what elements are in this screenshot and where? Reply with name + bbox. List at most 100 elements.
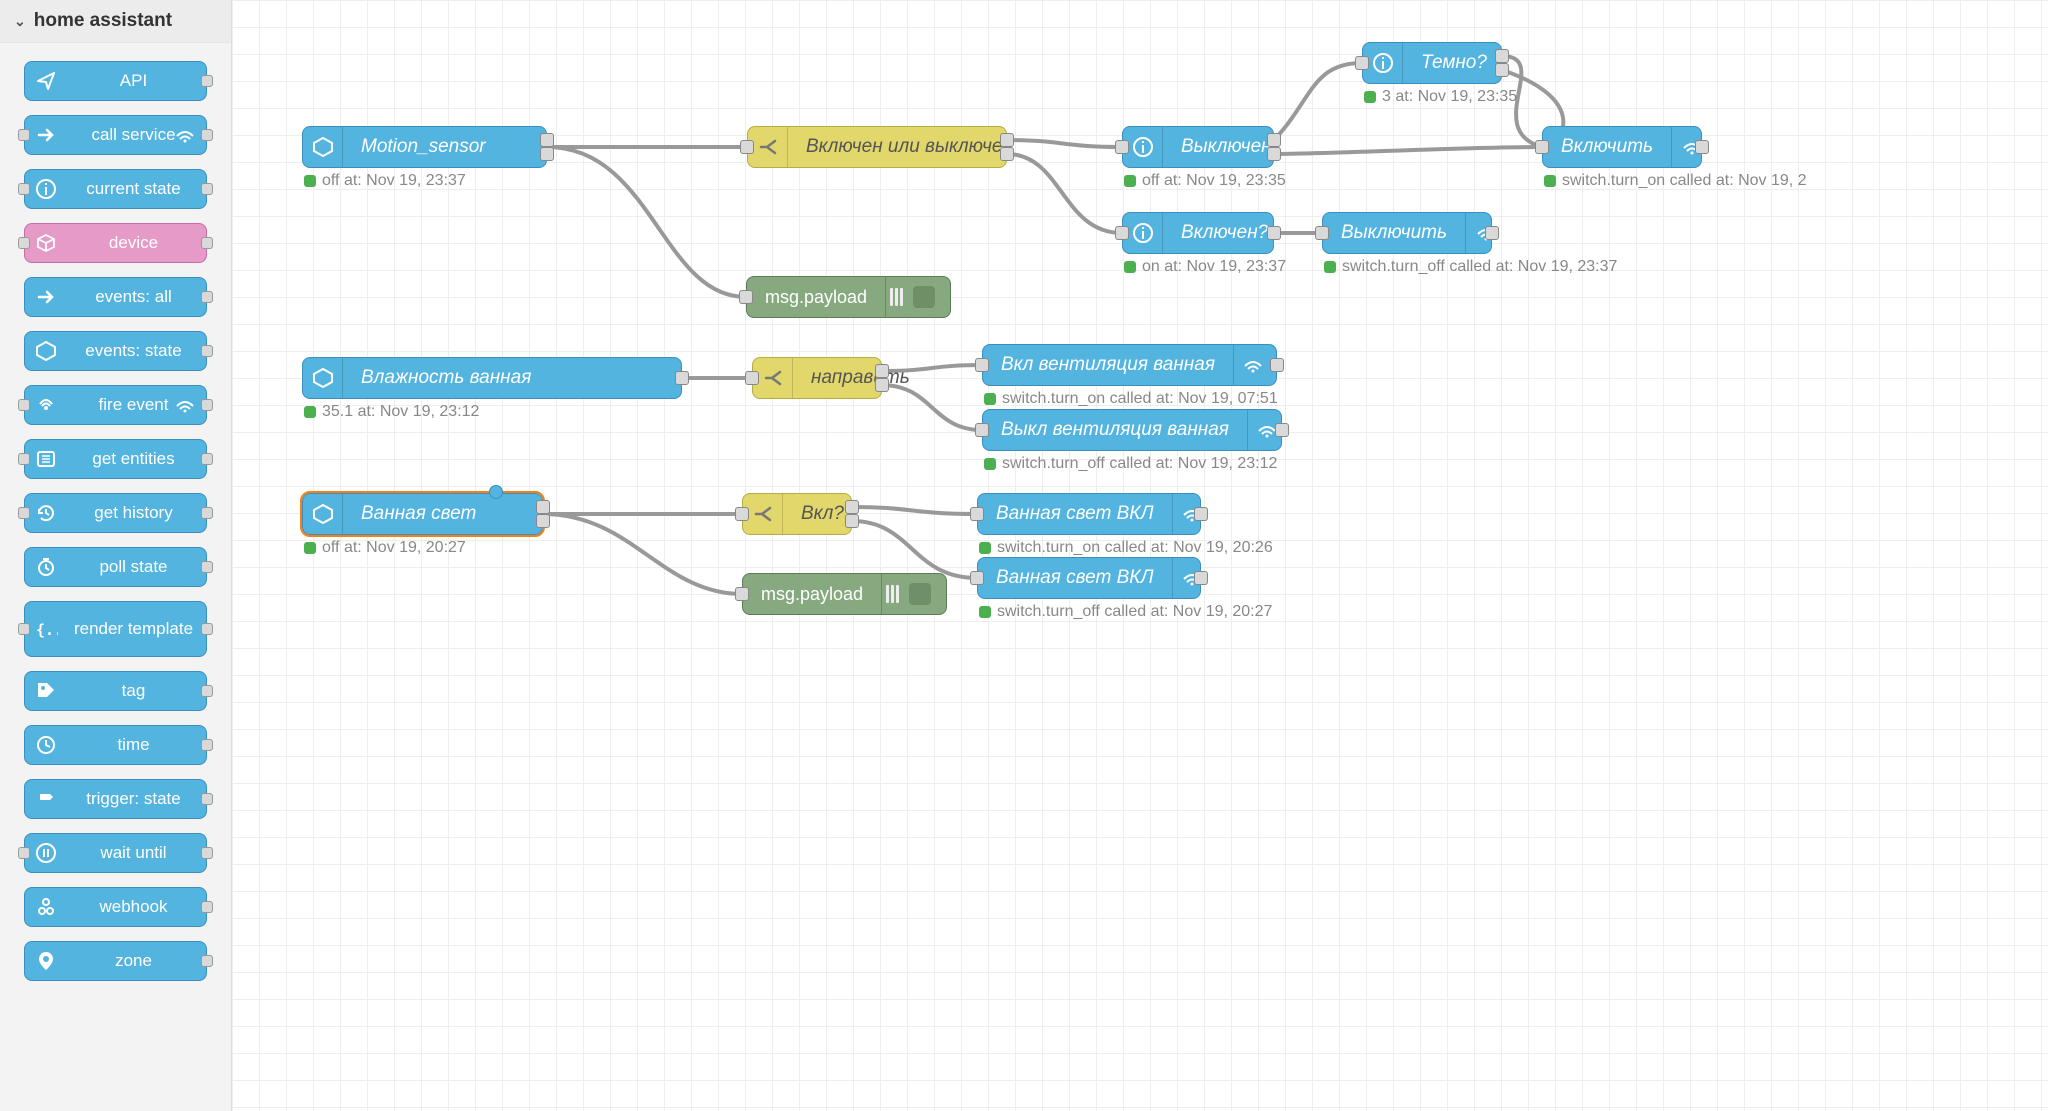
node-status: 35.1 at: Nov 19, 23:12 [304, 403, 479, 421]
arrow-right-icon [31, 120, 61, 150]
node-motion-sensor[interactable]: Motion_sensor [302, 126, 547, 168]
node-turn-off[interactable]: Выключить [1322, 212, 1492, 254]
port [201, 345, 213, 357]
input-port[interactable] [1115, 140, 1129, 154]
wifi-icon [172, 394, 198, 416]
palette-label: events: state [71, 342, 196, 360]
output-port[interactable] [1695, 140, 1709, 154]
pin-icon [31, 946, 61, 976]
node-on-check[interactable]: Включен? [1122, 212, 1274, 254]
output-port[interactable] [845, 514, 859, 528]
palette-node-device[interactable]: device [24, 223, 207, 263]
output-port[interactable] [875, 364, 889, 378]
palette-label: events: all [71, 288, 196, 306]
input-port[interactable] [735, 587, 749, 601]
output-port[interactable] [1495, 49, 1509, 63]
output-port[interactable] [1194, 571, 1208, 585]
input-port[interactable] [975, 358, 989, 372]
debug-toggle[interactable] [909, 583, 931, 605]
node-on-q[interactable]: Вкл? [742, 493, 852, 535]
output-port[interactable] [540, 147, 554, 161]
input-port[interactable] [975, 423, 989, 437]
hex-icon [31, 336, 61, 366]
cube-icon [31, 228, 61, 258]
palette-node-get-entities[interactable]: get entities [24, 439, 207, 479]
history-icon [31, 498, 61, 528]
palette-node-events-state[interactable]: events: state [24, 331, 207, 371]
node-bath-on-1[interactable]: Ванная свет ВКЛ [977, 493, 1201, 535]
palette-node-get-history[interactable]: get history [24, 493, 207, 533]
output-port[interactable] [1270, 358, 1284, 372]
node-debug-1[interactable]: msg.payload [746, 276, 951, 318]
palette-node-tag[interactable]: tag [24, 671, 207, 711]
signpost-icon [31, 784, 61, 814]
port [201, 507, 213, 519]
node-humidity[interactable]: Влажность ванная [302, 357, 682, 399]
palette-node-call-service[interactable]: call service [24, 115, 207, 155]
pause-icon [31, 838, 61, 868]
palette-node-zone[interactable]: zone [24, 941, 207, 981]
output-port[interactable] [1267, 226, 1281, 240]
port [201, 955, 213, 967]
input-port[interactable] [1535, 140, 1549, 154]
palette-node-API[interactable]: API [24, 61, 207, 101]
node-turn-on[interactable]: Включить [1542, 126, 1702, 168]
output-port[interactable] [1495, 63, 1509, 77]
node-debug-2[interactable]: msg.payload [742, 573, 947, 615]
output-port[interactable] [1485, 226, 1499, 240]
palette-label: wait until [71, 844, 196, 862]
input-port[interactable] [1315, 226, 1329, 240]
palette-node-current-state[interactable]: current state [24, 169, 207, 209]
output-port[interactable] [536, 514, 550, 528]
node-vent-on[interactable]: Вкл вентиляция ванная [982, 344, 1277, 386]
palette-label: trigger: state [71, 790, 196, 808]
node-switch-on-off[interactable]: Включен или выключен [747, 126, 1007, 168]
input-port[interactable] [745, 371, 759, 385]
output-port[interactable] [675, 371, 689, 385]
input-port[interactable] [970, 507, 984, 521]
port [201, 685, 213, 697]
output-port[interactable] [536, 500, 550, 514]
palette-node-webhook[interactable]: webhook [24, 887, 207, 927]
palette-node-render-template[interactable]: {..}render template [24, 601, 207, 657]
output-port[interactable] [1267, 147, 1281, 161]
output-port[interactable] [1275, 423, 1289, 437]
input-port[interactable] [735, 507, 749, 521]
output-port[interactable] [845, 500, 859, 514]
sidebar-header[interactable]: ⌄ home assistant [0, 0, 231, 43]
palette-node-wait-until[interactable]: wait until [24, 833, 207, 873]
palette-node-time[interactable]: time [24, 725, 207, 765]
wifi-icon [1233, 345, 1273, 385]
input-port[interactable] [970, 571, 984, 585]
node-bath-on-2[interactable]: Ванная свет ВКЛ [977, 557, 1201, 599]
output-port[interactable] [540, 133, 554, 147]
palette-label: zone [71, 952, 196, 970]
node-bathroom-light[interactable]: Ванная свет [302, 493, 543, 535]
input-port[interactable] [740, 140, 754, 154]
node-dark-check[interactable]: Темно? [1362, 42, 1502, 84]
palette-node-events-all[interactable]: events: all [24, 277, 207, 317]
flow-canvas[interactable]: Motion_sensor off at: Nov 19, 23:37 Вклю… [232, 0, 2048, 1111]
node-status: off at: Nov 19, 23:35 [1124, 172, 1286, 190]
output-port[interactable] [1000, 133, 1014, 147]
port [18, 399, 30, 411]
arrow-right-icon [31, 282, 61, 312]
debug-toggle[interactable] [913, 286, 935, 308]
node-vent-off[interactable]: Выкл вентиляция ванная [982, 409, 1282, 451]
input-port[interactable] [1355, 56, 1369, 70]
input-port[interactable] [739, 290, 753, 304]
svg-text:{..}: {..} [36, 621, 58, 639]
node-route[interactable]: направить [752, 357, 882, 399]
port [201, 75, 213, 87]
input-port[interactable] [1115, 226, 1129, 240]
output-port[interactable] [875, 378, 889, 392]
palette-node-fire-event[interactable]: fire event [24, 385, 207, 425]
palette-node-trigger-state[interactable]: trigger: state [24, 779, 207, 819]
output-port[interactable] [1194, 507, 1208, 521]
output-port[interactable] [1000, 147, 1014, 161]
output-port[interactable] [1267, 133, 1281, 147]
palette-node-poll-state[interactable]: poll state [24, 547, 207, 587]
brackets-icon: {..} [31, 614, 61, 644]
node-off-check[interactable]: Выключен? [1122, 126, 1274, 168]
node-status: switch.turn_on called at: Nov 19, 2 [1544, 172, 1807, 190]
